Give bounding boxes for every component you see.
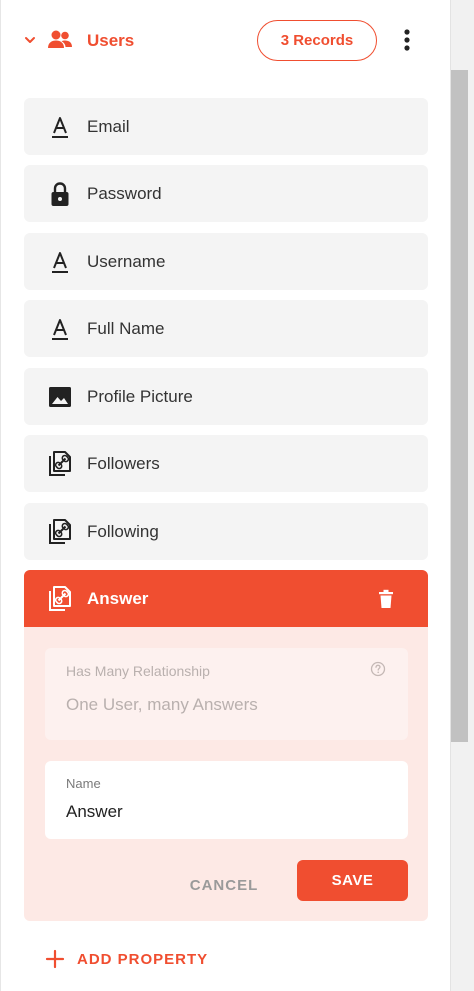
property-label: Profile Picture bbox=[87, 387, 193, 406]
lock-icon bbox=[51, 182, 69, 206]
name-field[interactable]: Name Answer bbox=[45, 761, 408, 839]
save-button[interactable]: SAVE bbox=[297, 860, 408, 901]
cancel-button[interactable]: CANCEL bbox=[174, 865, 274, 905]
add-property-button[interactable]: ADD PROPERTY bbox=[45, 946, 208, 972]
property-label: Username bbox=[87, 252, 166, 271]
plus-icon bbox=[45, 949, 65, 969]
property-label: Followers bbox=[87, 454, 160, 473]
property-label: Password bbox=[87, 184, 162, 203]
property-profile-picture[interactable]: Profile Picture bbox=[24, 368, 428, 425]
property-followers[interactable]: Followers bbox=[24, 435, 428, 492]
collection-header: Users 3 Records bbox=[1, 0, 451, 82]
scrollbar-thumb[interactable] bbox=[451, 70, 468, 742]
property-email[interactable]: Email bbox=[24, 98, 428, 155]
more-vertical-icon[interactable] bbox=[399, 26, 415, 54]
chevron-down-icon[interactable] bbox=[23, 33, 37, 47]
editor-title: Answer bbox=[87, 589, 149, 608]
image-icon bbox=[49, 387, 71, 407]
property-username[interactable]: Username bbox=[24, 233, 428, 290]
text-field-icon bbox=[52, 319, 68, 340]
text-field-icon bbox=[52, 252, 68, 273]
name-input[interactable]: Answer bbox=[66, 802, 123, 822]
property-editor-answer: Answer Has Many Relationship One User, m… bbox=[24, 570, 428, 921]
property-full-name[interactable]: Full Name bbox=[24, 300, 428, 357]
help-circle-icon[interactable] bbox=[370, 661, 386, 677]
collection-title[interactable]: Users bbox=[87, 31, 134, 51]
people-icon bbox=[48, 30, 72, 48]
users-panel: Users 3 Records Email Password Username bbox=[0, 0, 450, 991]
editor-header[interactable]: Answer bbox=[24, 570, 428, 627]
add-property-label: ADD PROPERTY bbox=[77, 950, 209, 968]
property-label: Email bbox=[87, 117, 130, 136]
text-field-icon bbox=[52, 117, 68, 138]
relation-icon bbox=[49, 519, 71, 544]
property-following[interactable]: Following bbox=[24, 503, 428, 560]
relation-icon bbox=[49, 451, 71, 476]
relationship-value: One User, many Answers bbox=[66, 695, 258, 714]
records-button[interactable]: 3 Records bbox=[257, 20, 377, 61]
property-label: Following bbox=[87, 522, 159, 541]
property-label: Full Name bbox=[87, 319, 165, 338]
property-password[interactable]: Password bbox=[24, 165, 428, 222]
name-field-label: Name bbox=[66, 776, 101, 791]
relation-icon bbox=[49, 586, 71, 611]
relationship-field: Has Many Relationship One User, many Ans… bbox=[45, 648, 408, 740]
trash-icon[interactable] bbox=[378, 589, 394, 609]
relationship-label: Has Many Relationship bbox=[66, 663, 210, 679]
